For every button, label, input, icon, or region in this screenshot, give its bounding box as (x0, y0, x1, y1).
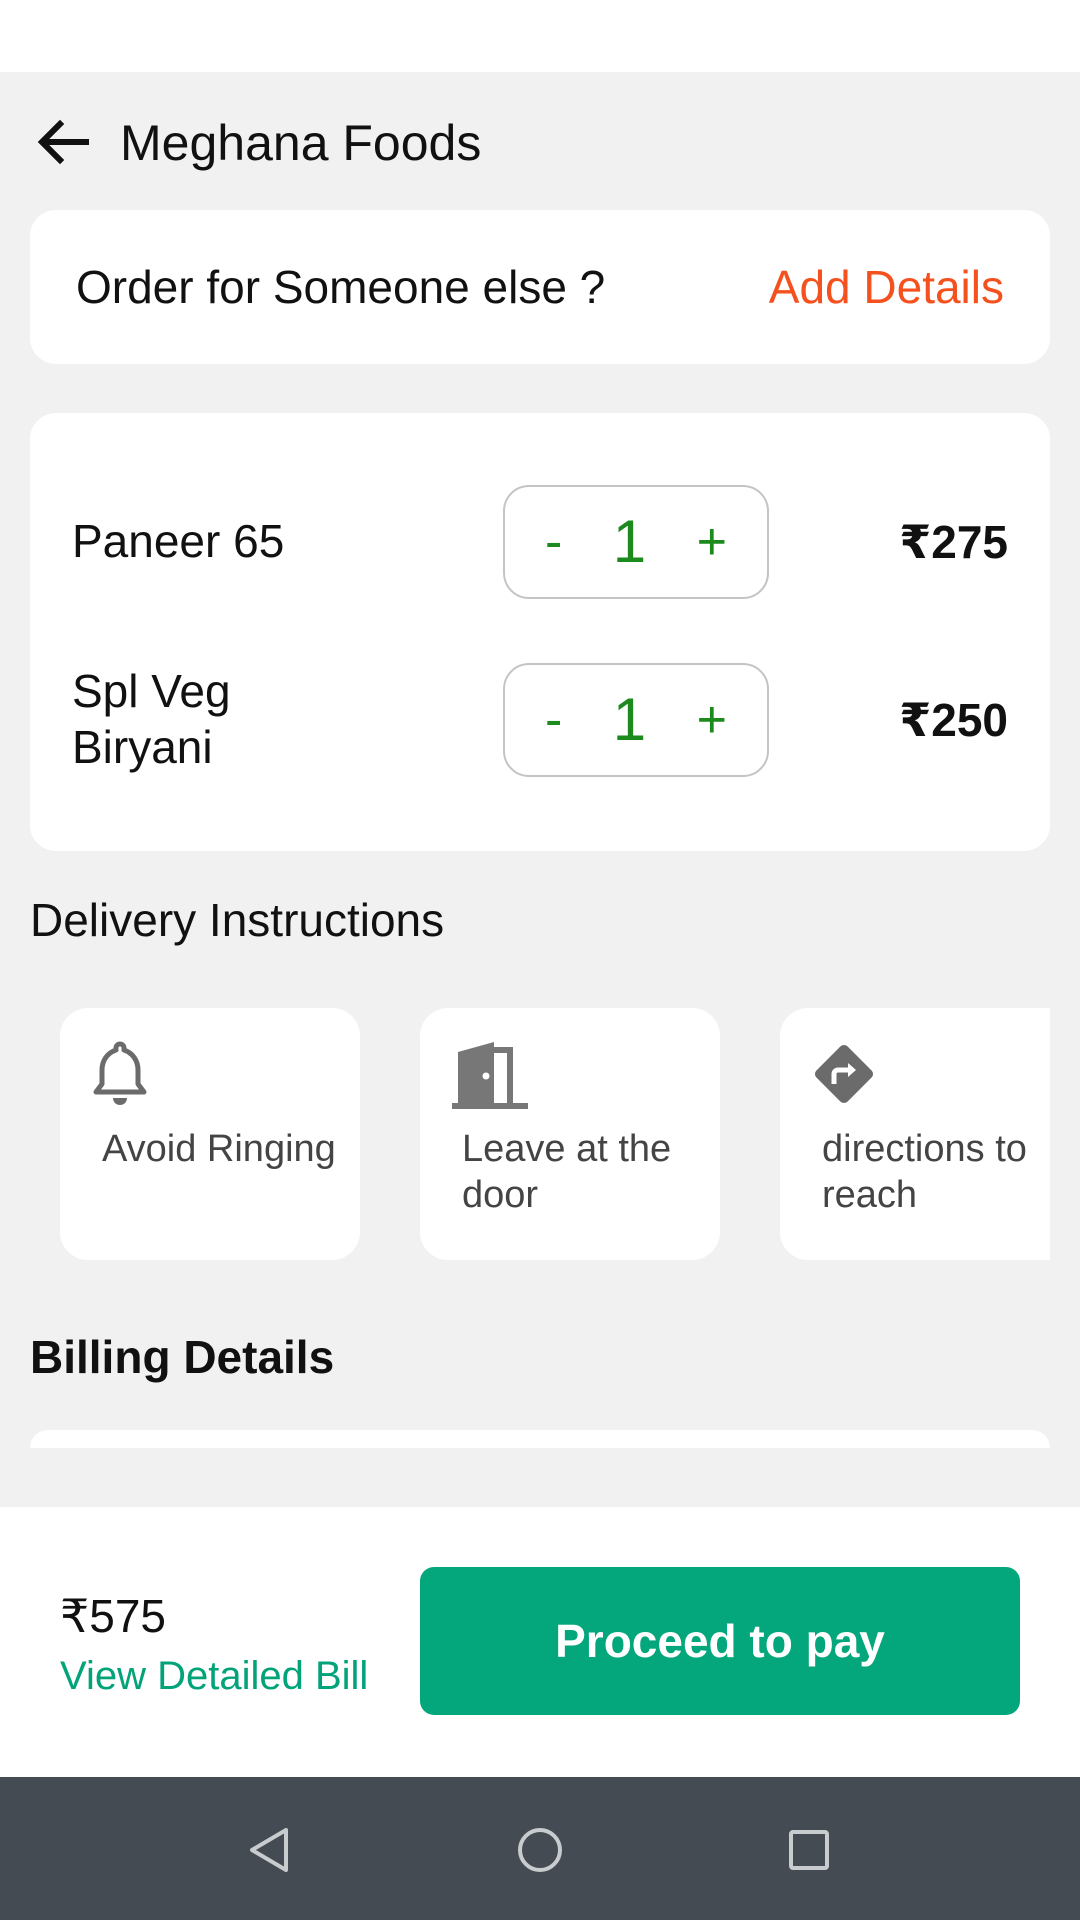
directions-icon (814, 1044, 874, 1104)
add-details-link[interactable]: Add Details (769, 260, 1004, 314)
proceed-to-pay-button[interactable]: Proceed to pay (420, 1567, 1020, 1715)
delivery-instructions-title: Delivery Instructions (30, 894, 445, 946)
back-button[interactable] (30, 112, 96, 172)
cart-item-price: ₹250 (899, 694, 1008, 746)
instruction-directions[interactable]: directions to reach (780, 1008, 1050, 1260)
nav-back-button[interactable] (236, 1817, 302, 1883)
checkout-bar: ₹575 View Detailed Bill Proceed to pay (0, 1507, 1080, 1777)
decrease-button[interactable]: - (545, 516, 562, 568)
cart-items-card: Paneer 65 - 1 + ₹275 Spl Veg Biryani - 1… (30, 413, 1050, 851)
arrow-left-icon (37, 119, 89, 165)
nav-back-icon (250, 1828, 288, 1872)
nav-home-icon (518, 1828, 562, 1872)
order-for-someone-card: Order for Someone else ? Add Details (30, 210, 1050, 364)
increase-button[interactable]: + (697, 516, 727, 568)
cart-item: Spl Veg Biryani - 1 + ₹250 (30, 663, 1050, 777)
nav-recent-button[interactable] (776, 1817, 842, 1883)
view-detailed-bill-link[interactable]: View Detailed Bill (60, 1654, 368, 1699)
system-nav-bar (0, 1777, 1080, 1920)
quantity-value: 1 (612, 686, 647, 753)
increase-button[interactable]: + (697, 694, 727, 746)
billing-details-card (30, 1430, 1050, 1448)
decrease-button[interactable]: - (545, 694, 562, 746)
instruction-avoid-ringing[interactable]: Avoid Ringing (60, 1008, 360, 1260)
nav-home-button[interactable] (507, 1817, 573, 1883)
total-price: ₹575 (60, 1590, 167, 1642)
page-title: Meghana Foods (120, 115, 482, 171)
instruction-label: directions to reach (822, 1128, 1027, 1216)
bell-icon (93, 1041, 147, 1105)
cart-item-name: Spl Veg Biryani (72, 665, 231, 773)
cart-item-name: Paneer 65 (72, 515, 285, 567)
quantity-value: 1 (612, 508, 647, 575)
quantity-stepper: - 1 + (503, 663, 769, 777)
app-header: Meghana Foods (0, 72, 1080, 212)
instruction-label: Avoid Ringing (102, 1128, 336, 1170)
delivery-instructions-list[interactable]: Avoid Ringing Leave at the door directio… (60, 1008, 1050, 1260)
instruction-leave-at-door[interactable]: Leave at the door (420, 1008, 720, 1260)
order-for-someone-prompt: Order for Someone else ? (76, 261, 606, 313)
instruction-label: Leave at the door (462, 1128, 672, 1216)
door-icon (452, 1042, 528, 1109)
nav-recent-icon (789, 1830, 829, 1870)
cart-item: Paneer 65 - 1 + ₹275 (30, 485, 1050, 599)
billing-details-title: Billing Details (30, 1331, 335, 1383)
cart-item-price: ₹275 (899, 516, 1008, 568)
quantity-stepper: - 1 + (503, 485, 769, 599)
status-bar (0, 0, 1080, 72)
